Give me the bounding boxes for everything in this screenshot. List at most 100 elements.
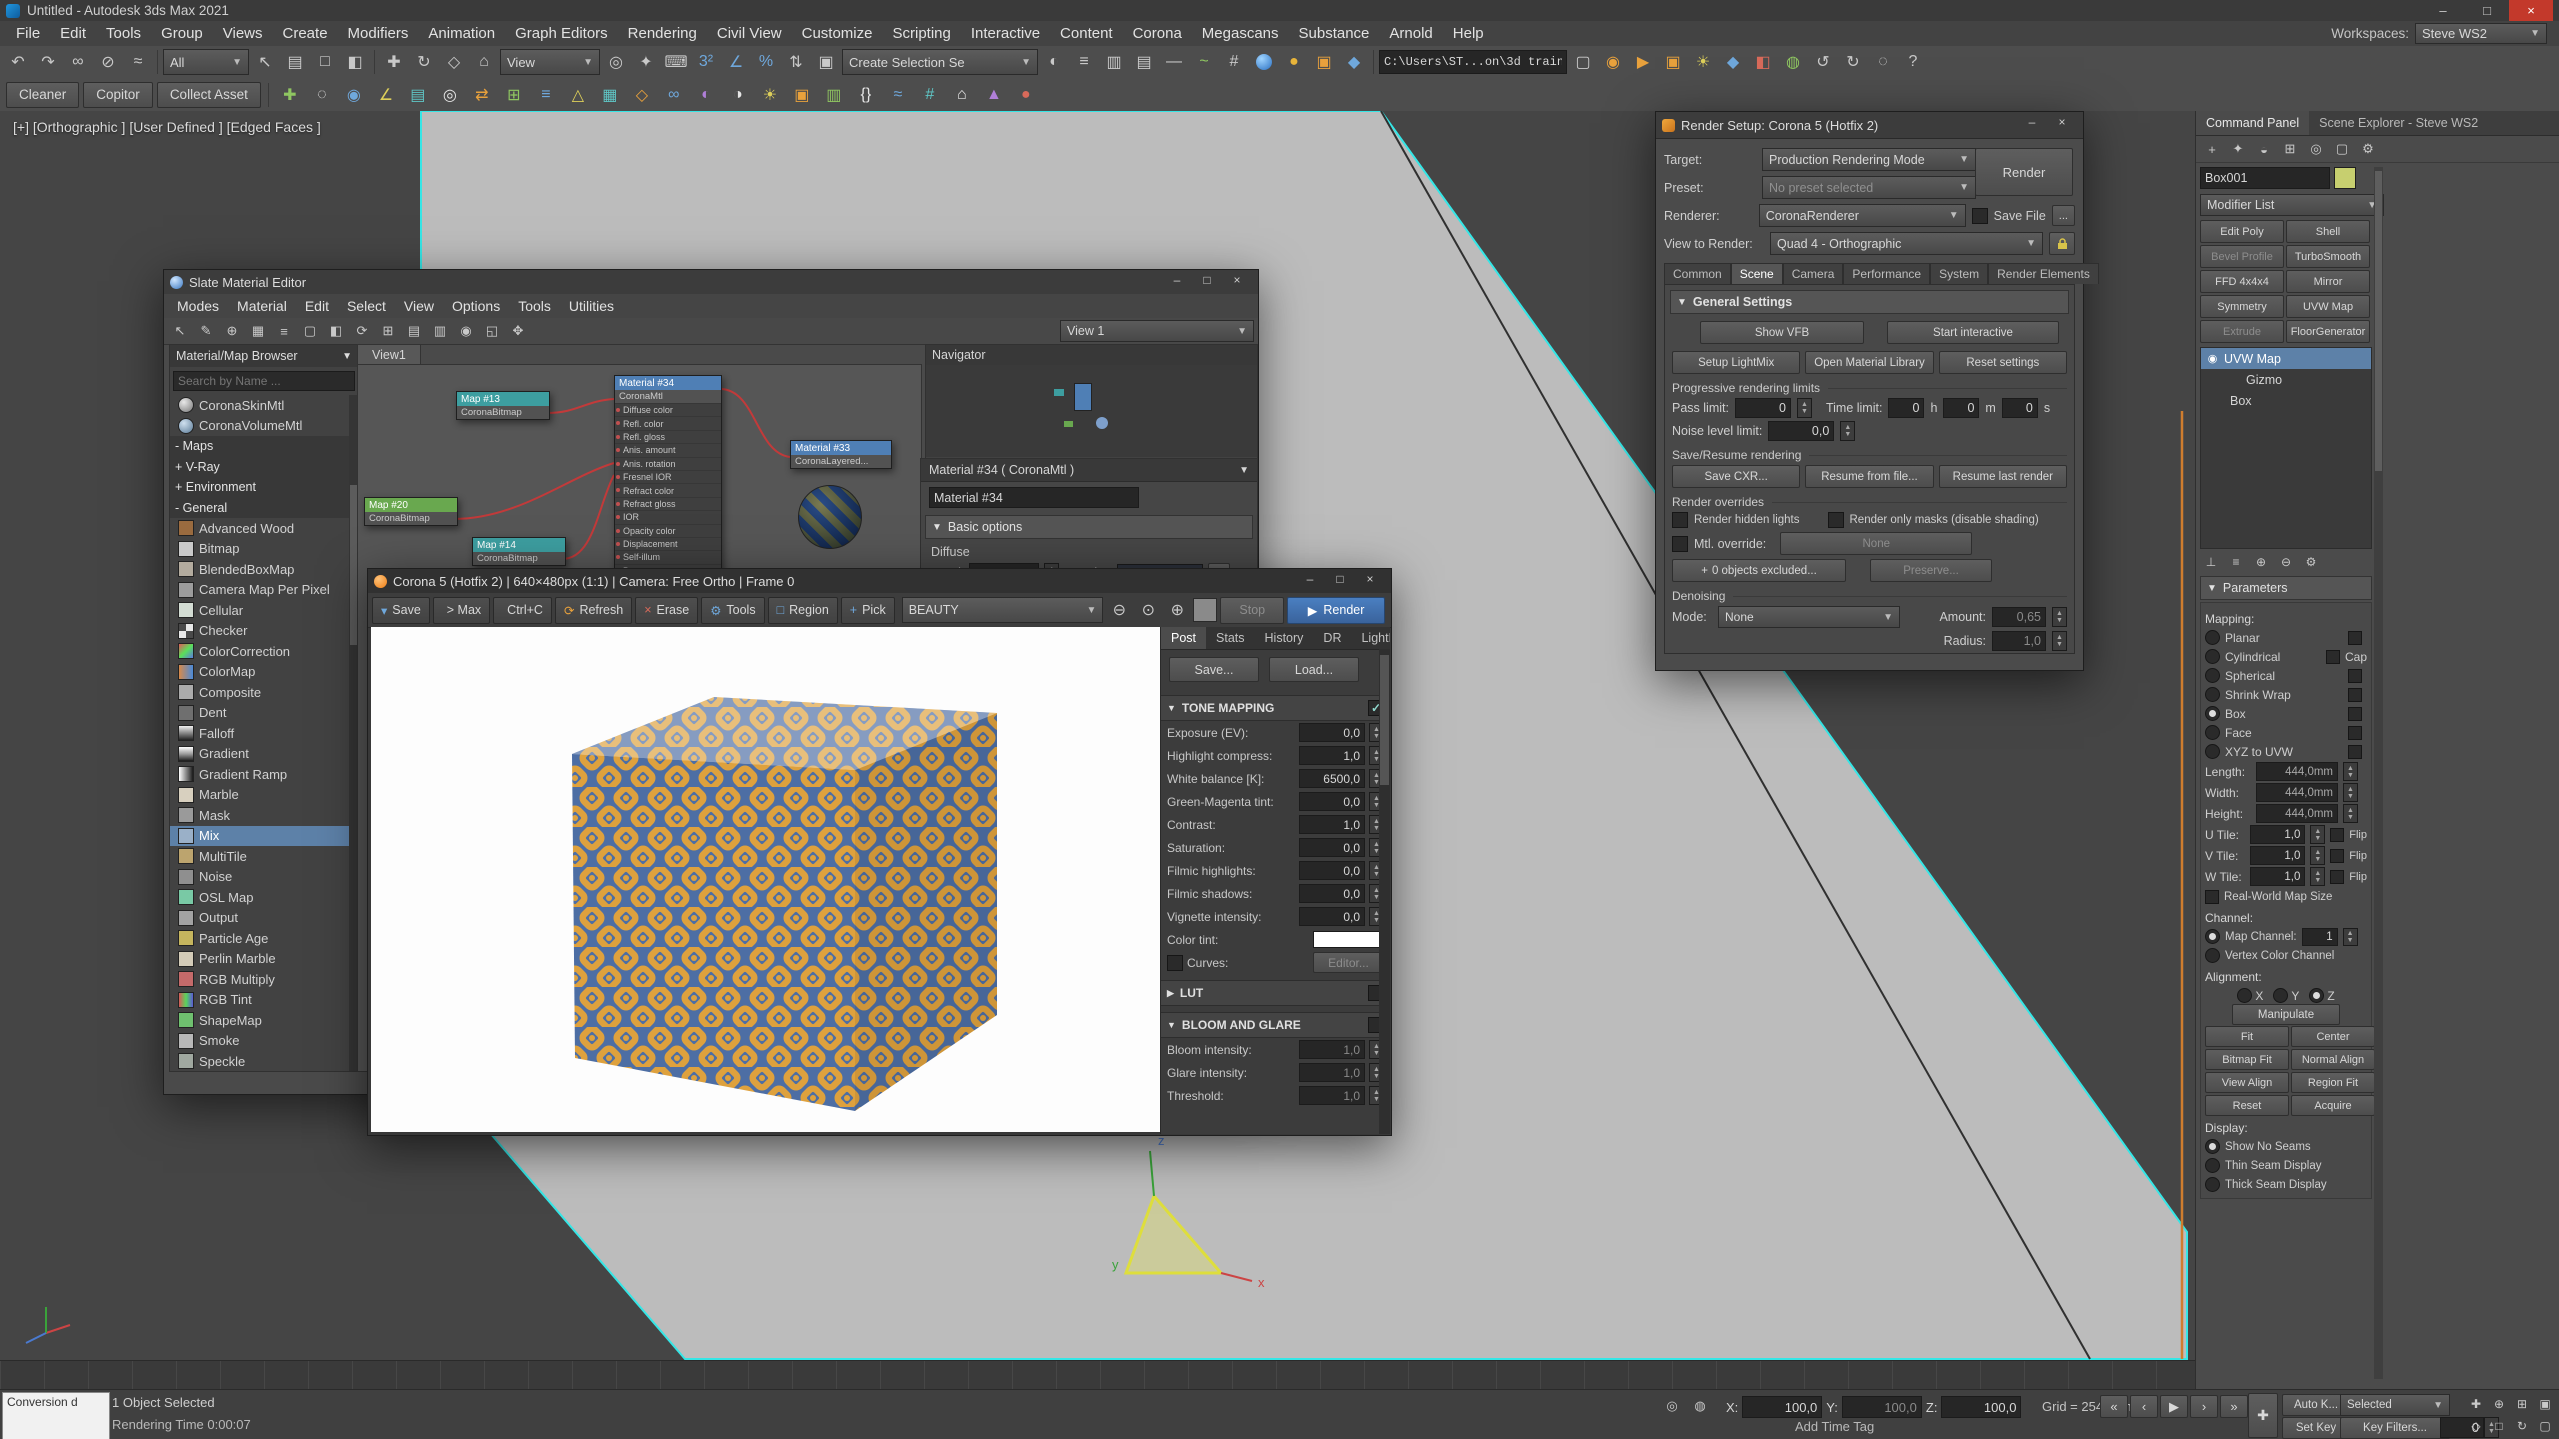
- modify-tab-icon[interactable]: ◒: [2252, 138, 2276, 160]
- parameter-field[interactable]: 6500,0: [1299, 769, 1365, 788]
- parameter-field[interactable]: 1,0: [1299, 1086, 1365, 1105]
- renderer-dropdown[interactable]: CoronaRenderer▼: [1759, 204, 1966, 227]
- lay-out-all-icon[interactable]: ⟳: [350, 320, 374, 342]
- parameter-field[interactable]: 0,0: [1299, 861, 1365, 880]
- material-browser-item[interactable]: Dent: [170, 703, 358, 724]
- target-dropdown[interactable]: Production Rendering Mode▼: [1762, 148, 1976, 171]
- camera-tool-icon[interactable]: ◑: [724, 81, 752, 109]
- navigator-header[interactable]: Navigator: [926, 345, 1257, 365]
- cap-checkbox[interactable]: [2326, 650, 2340, 664]
- menu-item[interactable]: Create: [273, 23, 338, 44]
- vertex-color-channel-radio[interactable]: [2205, 948, 2220, 963]
- project-folder-icon[interactable]: ▢: [1569, 48, 1597, 76]
- modifier-stack-row[interactable]: Gizmo: [2201, 369, 2371, 390]
- alignment-button[interactable]: Region Fit: [2291, 1072, 2375, 1093]
- utilities-tab-icon[interactable]: ⚙: [2356, 138, 2380, 160]
- curves-editor-button[interactable]: Editor...: [1313, 952, 1384, 973]
- zoom-all-icon[interactable]: ⊞: [2511, 1393, 2533, 1414]
- modifier-button[interactable]: Mirror: [2286, 270, 2370, 293]
- material-browser-item[interactable]: OSL Map: [170, 887, 358, 908]
- make-unique-icon[interactable]: ⊕: [2250, 552, 2272, 572]
- material-browser-item[interactable]: + V-Ray: [170, 457, 358, 478]
- key-filters-button[interactable]: Key Filters...: [2340, 1417, 2450, 1439]
- toggle-ribbon-icon[interactable]: —: [1160, 48, 1188, 76]
- corona-toolbar-icon[interactable]: ◉: [1599, 48, 1627, 76]
- modifier-button[interactable]: UVW Map: [2286, 295, 2370, 318]
- edit-named-selection-sets-icon[interactable]: ▣: [812, 48, 840, 76]
- collect-asset-button[interactable]: Collect Asset: [157, 82, 261, 108]
- node-map14[interactable]: Map #14 CoronaBitmap: [472, 537, 566, 566]
- substance-icon[interactable]: ◧: [1749, 48, 1777, 76]
- add-time-tag-button[interactable]: Add Time Tag: [1795, 1419, 1874, 1434]
- modifier-button[interactable]: Edit Poly: [2200, 220, 2284, 243]
- vfb-tab[interactable]: Stats: [1206, 627, 1255, 649]
- pan-node-view-icon[interactable]: ✥: [506, 320, 530, 342]
- zoom-extents-node-icon[interactable]: ◱: [480, 320, 504, 342]
- menu-item[interactable]: Material: [228, 296, 296, 316]
- app-titlebar[interactable]: Untitled - Autodesk 3ds Max 2021 – □ ×: [0, 0, 2559, 22]
- load-settings-button[interactable]: Load...: [1269, 657, 1359, 682]
- search-input[interactable]: [173, 371, 355, 391]
- mapping-radio[interactable]: [2205, 687, 2220, 702]
- mapping-radio[interactable]: [2205, 630, 2220, 645]
- render-setup-tab[interactable]: System: [1930, 263, 1988, 284]
- minimize-button[interactable]: –: [1162, 270, 1192, 290]
- menu-item[interactable]: Megascans: [1192, 23, 1289, 44]
- render-setup-tab[interactable]: Scene: [1731, 263, 1783, 284]
- node-map13[interactable]: Map #13 CoronaBitmap: [456, 391, 550, 420]
- uv-editor-icon[interactable]: ▦: [596, 81, 624, 109]
- save-cxr-button[interactable]: Save CXR...: [1672, 465, 1800, 488]
- material-name-field[interactable]: Material #34: [929, 487, 1139, 508]
- copitor-button[interactable]: Copitor: [83, 82, 153, 108]
- menu-item[interactable]: Modifiers: [338, 23, 419, 44]
- pan-view-icon[interactable]: ✚: [2465, 1393, 2487, 1414]
- redo-view-icon[interactable]: ↻: [1839, 48, 1867, 76]
- map-channel-spinner[interactable]: ▲▼: [2343, 928, 2358, 946]
- normals-tool-icon[interactable]: △: [564, 81, 592, 109]
- browser-header[interactable]: Material/Map Browser▼: [170, 345, 358, 367]
- node-slot[interactable]: Opacity color: [615, 524, 721, 537]
- material-browser-item[interactable]: CoronaVolumeMtl: [170, 416, 358, 437]
- undo-icon[interactable]: ↶: [4, 48, 32, 76]
- menu-item[interactable]: Graph Editors: [505, 23, 618, 44]
- panel-tab[interactable]: Scene Explorer - Steve WS2: [2309, 111, 2488, 135]
- axis-option[interactable]: X: [2237, 988, 2263, 1003]
- tab-view1[interactable]: View1: [357, 344, 421, 364]
- dimension-spinner[interactable]: ▲▼: [2343, 762, 2358, 781]
- tone-mapping-section[interactable]: ▼ TONE MAPPING ✓: [1161, 695, 1390, 721]
- menu-item[interactable]: View: [395, 296, 443, 316]
- modifier-button[interactable]: Bevel Profile: [2200, 245, 2284, 268]
- material-browser-item[interactable]: Noise: [170, 867, 358, 888]
- render-presets-icon[interactable]: ▣: [788, 81, 816, 109]
- menu-item[interactable]: Corona: [1123, 23, 1192, 44]
- time-limit-hours-field[interactable]: 0: [1888, 398, 1924, 418]
- menu-item[interactable]: Substance: [1289, 23, 1380, 44]
- pick-material-from-object-icon[interactable]: ✎: [194, 320, 218, 342]
- key-selection-dropdown[interactable]: Selected▼: [2340, 1394, 2450, 1416]
- vfb-tab[interactable]: History: [1255, 627, 1314, 649]
- flip-checkbox[interactable]: [2330, 849, 2344, 863]
- mapping-radio[interactable]: [2205, 744, 2220, 759]
- material-map-browser-toggle-icon[interactable]: ▤: [402, 320, 426, 342]
- modifier-button[interactable]: TurboSmooth: [2286, 245, 2370, 268]
- node-slot[interactable]: IOR: [615, 510, 721, 523]
- map-channel-field[interactable]: 1: [2302, 928, 2338, 946]
- axis-option[interactable]: Z: [2309, 988, 2334, 1003]
- menu-item[interactable]: Views: [213, 23, 273, 44]
- select-and-manipulate-icon[interactable]: ✦: [632, 48, 660, 76]
- maximize-button[interactable]: □: [1192, 270, 1222, 290]
- mtl-override-checkbox[interactable]: [1672, 536, 1688, 552]
- tile-field[interactable]: 1,0: [2250, 867, 2306, 886]
- select-and-scale-icon[interactable]: ◇: [440, 48, 468, 76]
- vfb-tab[interactable]: LightMix: [1351, 627, 1390, 649]
- render-setup-tab[interactable]: Performance: [1843, 263, 1930, 284]
- material-browser-item[interactable]: ColorMap: [170, 662, 358, 683]
- vfb-tab[interactable]: DR: [1313, 627, 1351, 649]
- dimension-spinner[interactable]: ▲▼: [2343, 783, 2358, 802]
- menu-item[interactable]: Select: [338, 296, 395, 316]
- parameter-field[interactable]: 1,0: [1299, 1040, 1365, 1059]
- preset-dropdown[interactable]: No preset selected▼: [1762, 176, 1976, 199]
- menu-item[interactable]: Help: [1443, 23, 1494, 44]
- mtl-override-button[interactable]: None: [1780, 532, 1972, 555]
- arnold-icon[interactable]: ◆: [1719, 48, 1747, 76]
